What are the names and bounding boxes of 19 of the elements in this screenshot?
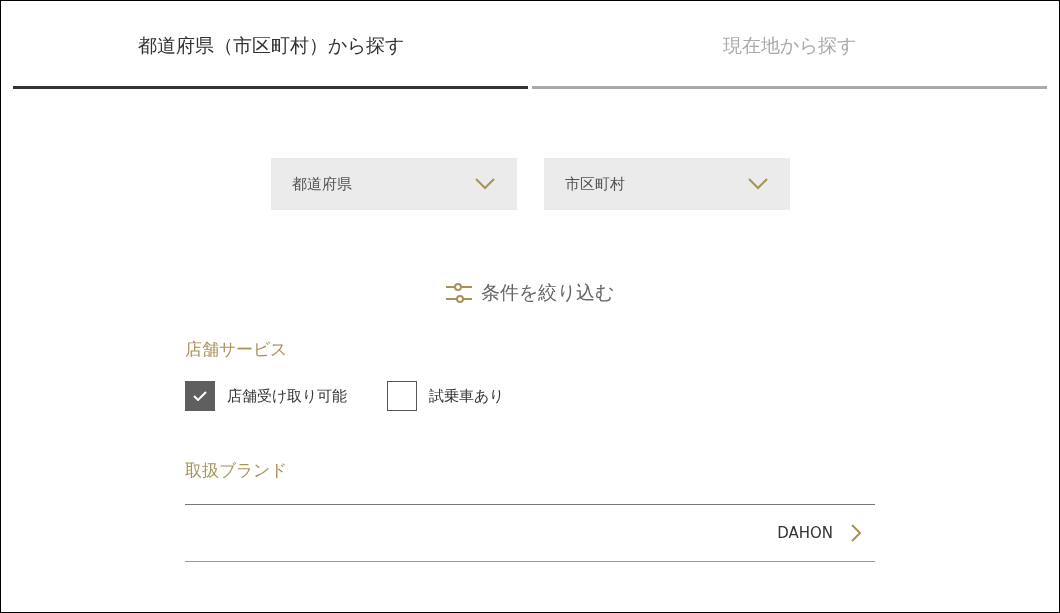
check-icon	[193, 391, 207, 401]
chevron-down-icon	[747, 178, 768, 190]
checkbox[interactable]	[387, 381, 417, 411]
sliders-icon	[446, 282, 472, 304]
checkbox-label[interactable]: 試乗車あり	[429, 386, 504, 406]
checkbox[interactable]	[185, 381, 215, 411]
dropdown-placeholder: 都道府県	[291, 174, 352, 194]
section-heading: 取扱ブランド	[185, 459, 288, 482]
chevron-right-icon	[851, 524, 861, 542]
brand-name: DAHON	[777, 524, 833, 542]
dropdown[interactable]: 市区町村	[543, 158, 790, 210]
chevron-down-icon	[474, 178, 495, 190]
dropdown-placeholder: 市区町村	[564, 174, 625, 194]
filter-button[interactable]: 条件を絞り込む	[446, 280, 614, 306]
section-heading: 店舗サービス	[185, 338, 288, 361]
brand-row[interactable]: DAHON	[185, 505, 875, 562]
dropdown[interactable]: 都道府県	[270, 158, 517, 210]
tab[interactable]: 都道府県（市区町村）から探す	[13, 1, 528, 89]
checkbox-label[interactable]: 店舗受け取り可能	[227, 386, 347, 406]
